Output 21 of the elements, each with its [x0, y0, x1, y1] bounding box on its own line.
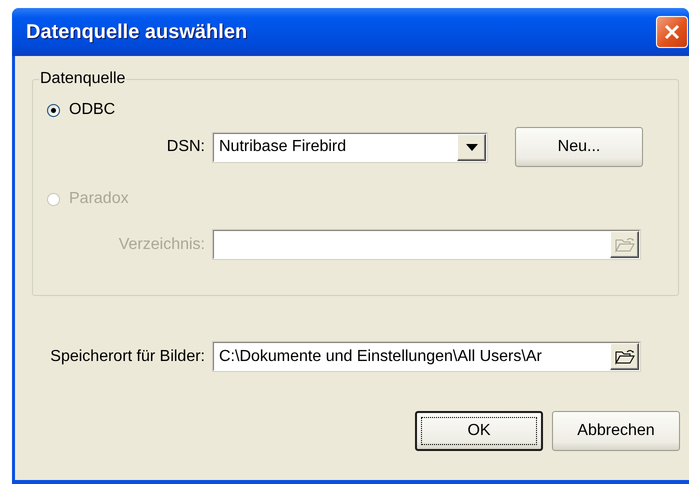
ok-button[interactable]: OK — [415, 411, 543, 451]
dropdown-button[interactable] — [457, 134, 486, 160]
group-title: Datenquelle — [39, 70, 126, 88]
path-value: C:\Dokumente und Einstellungen\All Users\Ar — [218, 348, 543, 366]
close-icon — [663, 23, 681, 41]
field-label: DSN: — [166, 138, 205, 156]
folder-icon — [614, 348, 634, 364]
close-button[interactable] — [656, 16, 688, 48]
radio-button: Paradox — [47, 186, 678, 212]
radio-button[interactable]: ODBC — [47, 97, 678, 123]
browse-button[interactable] — [610, 343, 639, 370]
dropdown-field[interactable]: Nutribase Firebird — [212, 132, 488, 162]
field-label: Verzeichnis: — [118, 236, 205, 254]
caret-icon — [466, 144, 478, 150]
folder-icon — [614, 236, 634, 252]
new-button[interactable]: Neu... — [515, 127, 643, 167]
combo-value: Nutribase Firebird — [218, 138, 348, 156]
cancel-button[interactable]: Abbrechen — [552, 411, 680, 451]
window-title: Datenquelle auswählen — [26, 20, 248, 44]
input-field[interactable]: C:\Dokumente und Einstellungen\All Users\Ar — [212, 341, 641, 372]
field-label: Speicherort für Bilder: — [49, 348, 205, 366]
